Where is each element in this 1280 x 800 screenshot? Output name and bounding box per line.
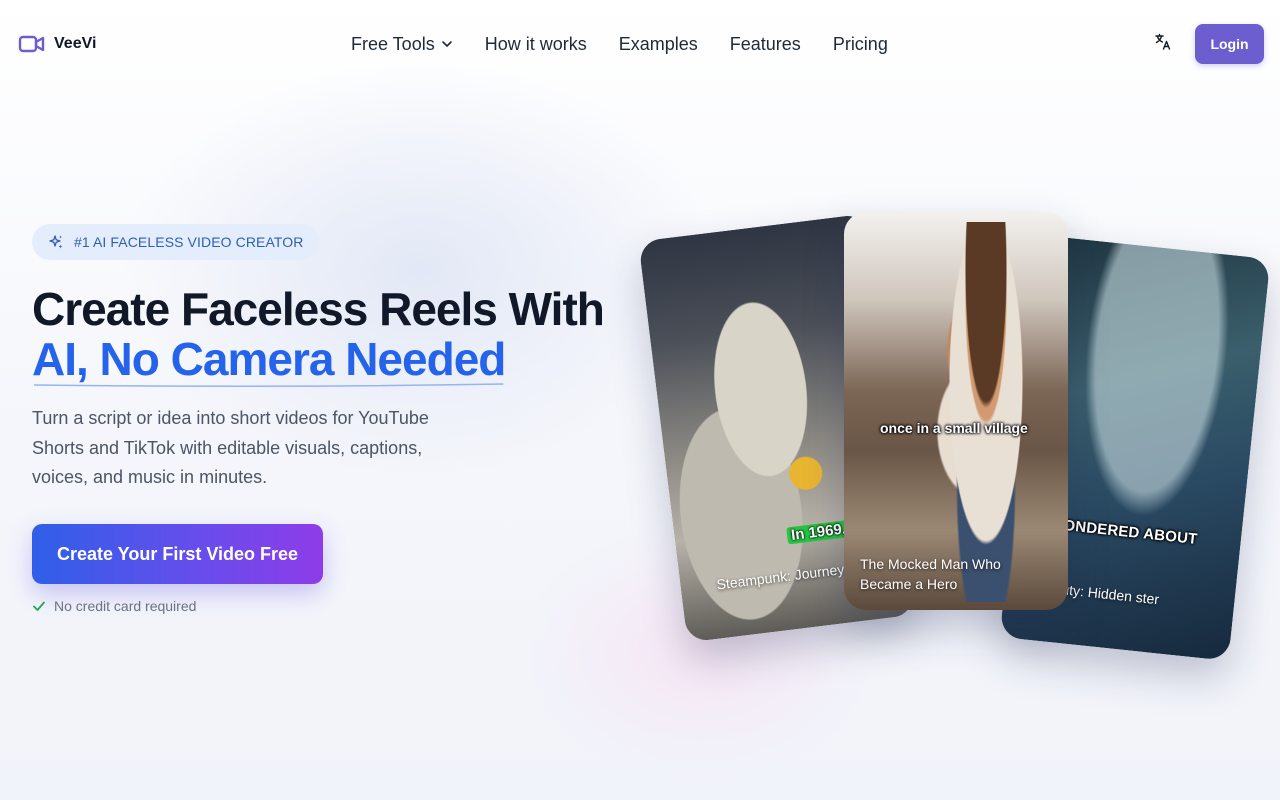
hero-title: Create Faceless Reels With AI, No Camera…	[32, 283, 632, 388]
nav-how-it-works[interactable]: How it works	[485, 34, 587, 55]
video-card-overlay-text: ONDERED ABOUT	[1062, 516, 1199, 548]
hero-title-line2-text: AI, No Camera Needed	[32, 333, 506, 385]
nav-free-tools-label: Free Tools	[351, 33, 435, 54]
translate-icon	[1154, 33, 1172, 56]
logo-link[interactable]: VeeVi	[18, 30, 96, 58]
video-card-overlay-text: once in a small village	[880, 420, 1028, 436]
video-card-overlay-text: In 1969,	[786, 519, 851, 545]
hero-title-line1: Create Faceless Reels With	[32, 283, 605, 335]
sparkles-icon	[48, 234, 64, 250]
hero-badge-text: #1 AI FACELESS VIDEO CREATOR	[74, 234, 304, 250]
create-video-button[interactable]: Create Your First Video Free	[32, 524, 323, 584]
nav-examples[interactable]: Examples	[619, 34, 698, 55]
video-card-character-image	[936, 222, 1036, 602]
hero-title-line2: AI, No Camera Needed	[32, 333, 506, 388]
check-icon	[32, 599, 46, 613]
hero-badge: #1 AI FACELESS VIDEO CREATOR	[32, 224, 320, 260]
no-credit-card-note: No credit card required	[32, 597, 196, 615]
video-camera-icon	[18, 30, 46, 58]
no-credit-card-text: No credit card required	[54, 598, 197, 614]
main-nav: Free Tools How it works Examples Feature…	[351, 30, 888, 58]
logo-text: VeeVi	[54, 35, 97, 52]
video-card-caption: The Mocked Man Who Became a Hero	[860, 556, 1001, 592]
nav-pricing[interactable]: Pricing	[833, 34, 888, 55]
chevron-down-icon	[441, 38, 453, 50]
nav-free-tools[interactable]: Free Tools	[351, 34, 453, 55]
language-button[interactable]	[1150, 30, 1176, 58]
login-button[interactable]: Login	[1195, 24, 1264, 64]
nav-features[interactable]: Features	[730, 34, 801, 55]
site-header: VeeVi Free Tools How it works Examples F…	[0, 0, 1280, 88]
video-card-mocked-man[interactable]: once in a small village The Mocked Man W…	[844, 212, 1068, 610]
title-underline-decoration	[34, 383, 504, 388]
hero-subtitle: Turn a script or idea into short videos …	[32, 408, 429, 487]
